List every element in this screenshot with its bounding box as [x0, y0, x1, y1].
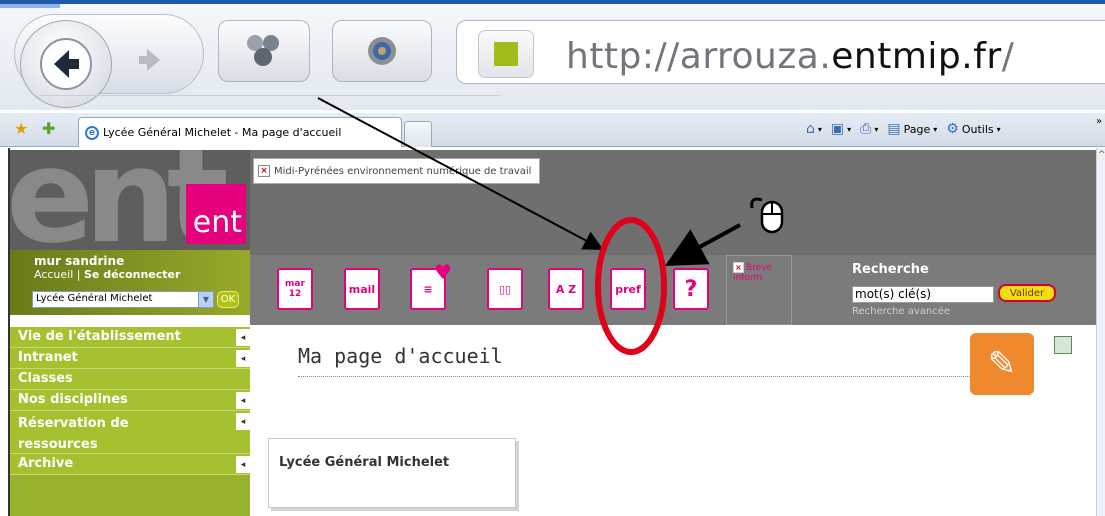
tab-title: Lycée Général Michelet - Ma page d'accue…: [103, 126, 342, 139]
chevron-left-icon[interactable]: ◂: [236, 456, 250, 473]
new-tab-button[interactable]: [404, 121, 432, 147]
rss-icon: ▣: [830, 121, 845, 137]
tab-lycee-michelet[interactable]: e Lycée Général Michelet - Ma page d'acc…: [78, 117, 402, 147]
tools-menu[interactable]: ⚙ Outils ▾: [946, 121, 1000, 137]
calendar-icon[interactable]: mar 12: [277, 268, 313, 310]
back-arrow-icon: [40, 38, 92, 90]
school-card-title: Lycée Général Michelet: [279, 455, 450, 470]
toolbar-divider: [40, 95, 500, 107]
sidebar-item-intranet[interactable]: Intranet ◂: [10, 348, 250, 369]
home-link[interactable]: Accueil: [34, 268, 73, 281]
compatibility-view-button[interactable]: [218, 20, 310, 82]
compatibility-icon: [247, 35, 279, 66]
banner-alt-text: Midi-Pyrénées environnement numérique de…: [274, 165, 532, 177]
broken-image-icon: ×: [258, 165, 270, 177]
search-label: Recherche: [852, 262, 929, 277]
ie-page-icon: e: [85, 125, 99, 140]
preferences-icon[interactable]: pref: [610, 268, 646, 310]
logout-link[interactable]: Se déconnecter: [84, 268, 180, 281]
pencil-notebook-icon: ✎: [970, 333, 1034, 395]
broken-image-icon: ×: [733, 262, 744, 273]
sidebar-item-archive[interactable]: Archive ◂: [10, 454, 250, 475]
advanced-search-link[interactable]: Recherche avancée: [852, 306, 950, 317]
page-icon: ▤: [887, 121, 901, 137]
school-card: Lycée Général Michelet: [268, 438, 516, 508]
sidebar-item-vie-etablissement[interactable]: Vie de l'établissement ◂: [10, 327, 250, 348]
chevron-down-icon[interactable]: ▼: [198, 292, 213, 307]
print-icon: ⎙: [860, 121, 872, 137]
feed-button[interactable]: [332, 20, 432, 82]
favorites-star-icon[interactable]: ★: [14, 119, 28, 138]
home-icon: ⌂: [806, 121, 815, 137]
validate-button[interactable]: Valider: [998, 284, 1056, 302]
ok-button[interactable]: OK: [217, 291, 239, 308]
print-button[interactable]: ⎙ ▾: [860, 121, 878, 137]
command-bar: ⌂ ▾ ▣ ▾ ⎙ ▾ ▤ Page ▾ ⚙ Outils ▾: [806, 121, 1001, 137]
expand-icon[interactable]: [1054, 336, 1072, 354]
url-text[interactable]: http://arrouza.entmip.fr/: [566, 36, 1014, 77]
mail-icon[interactable]: mail: [344, 268, 380, 310]
school-select[interactable]: Lycée Général Michelet ▼: [32, 291, 214, 308]
add-favorite-icon[interactable]: ✚: [42, 119, 55, 138]
forward-button[interactable]: [120, 35, 180, 85]
sidebar: Vie de l'établissement ◂ Intranet ◂ Classe…: [10, 327, 250, 516]
sidebar-item-nos-disciplines[interactable]: Nos disciplines ◂: [10, 390, 250, 411]
ent-logo-box[interactable]: ent: [186, 184, 246, 244]
forward-arrow-icon: [139, 49, 160, 71]
heart-icon: ♥: [434, 260, 452, 284]
feeds-button[interactable]: ▣ ▾: [831, 121, 851, 137]
page-title: Ma page d'accueil: [298, 344, 503, 368]
directory-icon[interactable]: A Z: [548, 268, 584, 310]
feed-icon: [368, 37, 396, 65]
site-icon: [478, 30, 534, 78]
documents-icon[interactable]: ▯▯: [487, 268, 523, 310]
chevron-left-icon[interactable]: ◂: [236, 392, 250, 409]
title-bar-strip: [0, 4, 60, 8]
sidebar-item-reservation[interactable]: Réservation de ressources ◂: [10, 411, 250, 454]
sidebar-item-classes[interactable]: Classes: [10, 369, 250, 390]
page-menu[interactable]: ▤ Page ▾: [887, 121, 937, 137]
tools-gear-icon: ⚙: [946, 121, 959, 137]
brief-info-box: × Breve inform: [726, 255, 792, 325]
chevron-left-icon[interactable]: ◂: [236, 329, 250, 346]
banner-image-placeholder: × Midi-Pyrénées environnement numérique …: [253, 158, 540, 184]
help-icon[interactable]: ?: [673, 268, 709, 310]
page-scrollbar[interactable]: [1096, 148, 1105, 516]
user-name: mur sandrine: [34, 254, 125, 268]
title-underline: [298, 376, 970, 377]
search-input[interactable]: mot(s) clé(s): [852, 286, 994, 303]
home-button[interactable]: ⌂ ▾: [806, 121, 822, 137]
user-links: Accueil | Se déconnecter: [34, 268, 181, 281]
more-commands-chevron[interactable]: »: [1096, 116, 1102, 127]
chevron-left-icon[interactable]: ◂: [236, 413, 250, 430]
chevron-left-icon[interactable]: ◂: [236, 350, 250, 367]
